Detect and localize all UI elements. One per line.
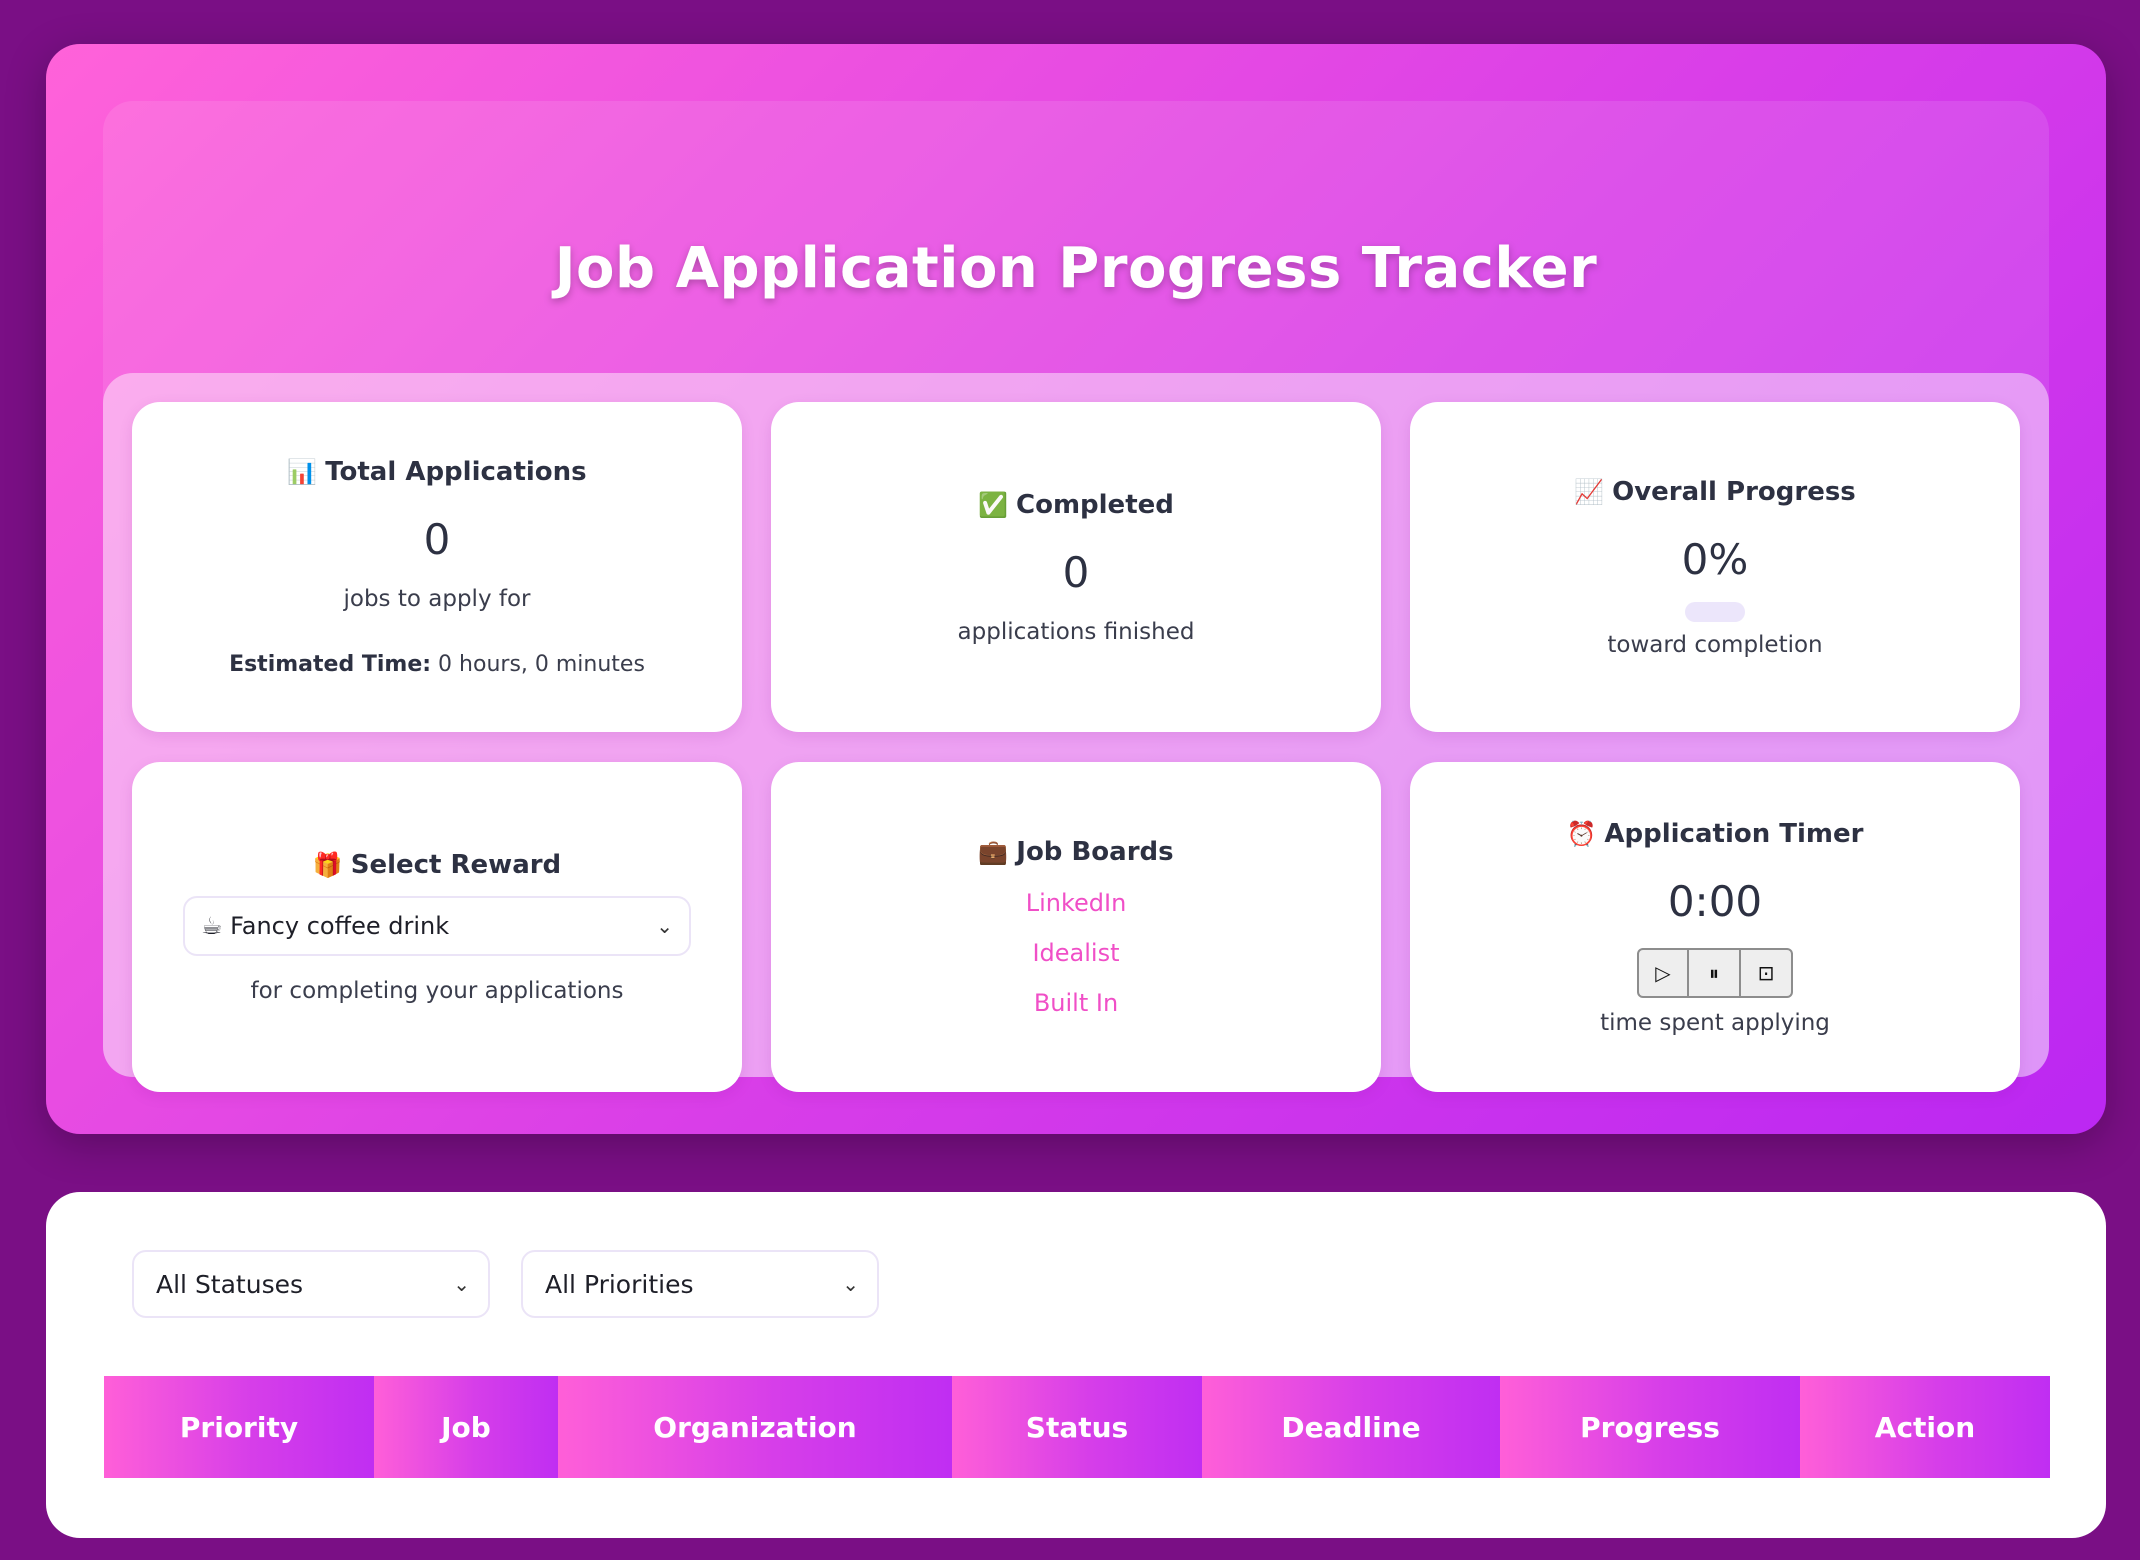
check-icon: ✅ bbox=[978, 490, 1008, 519]
play-icon: ▷ bbox=[1655, 960, 1671, 985]
select-reward-card: 🎁 Select Reward ☕ Fancy coffee drink ⌄ f… bbox=[132, 762, 742, 1092]
priority-filter-select[interactable]: All Priorities ⌄ bbox=[521, 1250, 879, 1318]
overall-progress-card: 📈 Overall Progress 0% toward completion bbox=[1410, 402, 2020, 732]
chevron-down-icon: ⌄ bbox=[453, 1272, 470, 1296]
chevron-down-icon: ⌄ bbox=[842, 1272, 859, 1296]
reward-subtitle: for completing your applications bbox=[250, 978, 624, 1004]
column-header-progress[interactable]: Progress bbox=[1500, 1376, 1800, 1478]
pause-button[interactable]: ⏸ bbox=[1689, 947, 1741, 998]
column-header-job[interactable]: Job bbox=[374, 1376, 558, 1478]
estimated-time: Estimated Time: 0 hours, 0 minutes bbox=[229, 652, 645, 677]
column-header-priority[interactable]: Priority bbox=[104, 1376, 374, 1478]
reward-select[interactable]: ☕ Fancy coffee drink ⌄ bbox=[183, 896, 691, 956]
job-board-links: LinkedIn Idealist Built In bbox=[1026, 889, 1127, 1017]
card-title-label: Overall Progress bbox=[1612, 476, 1856, 507]
application-timer-card: ⏰ Application Timer 0:00 ▷ ⏸ ⊡ time spen… bbox=[1410, 762, 2020, 1092]
column-header-organization[interactable]: Organization bbox=[558, 1376, 952, 1478]
status-filter-value: All Statuses bbox=[156, 1269, 304, 1299]
column-header-status[interactable]: Status bbox=[952, 1376, 1202, 1478]
progress-subtitle: toward completion bbox=[1607, 631, 1823, 658]
column-header-deadline[interactable]: Deadline bbox=[1202, 1376, 1500, 1478]
completed-card: ✅ Completed 0 applications finished bbox=[771, 402, 1381, 732]
column-header-action[interactable]: Action bbox=[1800, 1376, 2050, 1478]
timer-subtitle: time spent applying bbox=[1600, 1009, 1830, 1036]
timer-controls: ▷ ⏸ ⊡ bbox=[1637, 947, 1793, 998]
applications-table-header: Priority Job Organization Status Deadlin… bbox=[104, 1376, 2050, 1478]
status-filter-select[interactable]: All Statuses ⌄ bbox=[132, 1250, 490, 1318]
briefcase-icon: 💼 bbox=[978, 838, 1009, 866]
total-applications-card: 📊 Total Applications 0 jobs to apply for… bbox=[132, 402, 742, 732]
card-title-label: Application Timer bbox=[1604, 818, 1864, 849]
card-title-label: Select Reward bbox=[350, 850, 562, 880]
stop-button[interactable]: ⊡ bbox=[1741, 947, 1793, 998]
card-title-label: Completed bbox=[1016, 489, 1174, 520]
card-title: 💼 Job Boards bbox=[978, 837, 1173, 867]
card-title: ⏰ Application Timer bbox=[1567, 819, 1864, 849]
priority-filter-value: All Priorities bbox=[545, 1269, 694, 1299]
card-title: ✅ Completed bbox=[978, 490, 1174, 520]
pause-icon: ⏸ bbox=[1709, 960, 1719, 985]
total-count: 0 bbox=[423, 515, 451, 564]
card-title-label: Job Boards bbox=[1016, 837, 1174, 867]
progress-bar bbox=[1685, 601, 1745, 622]
chevron-down-icon: ⌄ bbox=[656, 914, 673, 938]
hero-inner: Job Application Progress Tracker 📊 Total… bbox=[103, 101, 2049, 1092]
link-idealist[interactable]: Idealist bbox=[1032, 939, 1119, 967]
card-title: 🎁 Select Reward bbox=[313, 850, 561, 880]
stats-grid: 📊 Total Applications 0 jobs to apply for… bbox=[103, 373, 2049, 1092]
card-title: 📈 Overall Progress bbox=[1574, 477, 1856, 507]
progress-percent: 0% bbox=[1681, 534, 1749, 584]
bar-chart-icon: 📊 bbox=[287, 458, 318, 486]
stop-icon: ⊡ bbox=[1757, 960, 1775, 985]
link-linkedin[interactable]: LinkedIn bbox=[1026, 889, 1127, 917]
play-button[interactable]: ▷ bbox=[1637, 947, 1689, 998]
job-boards-card: 💼 Job Boards LinkedIn Idealist Built In bbox=[771, 762, 1381, 1092]
estimated-time-label: Estimated Time: bbox=[229, 652, 432, 677]
reward-selected-value: ☕ Fancy coffee drink bbox=[201, 912, 450, 940]
alarm-clock-icon: ⏰ bbox=[1566, 819, 1597, 848]
trend-up-icon: 📈 bbox=[1574, 477, 1605, 506]
completed-count: 0 bbox=[1062, 547, 1090, 597]
total-subtitle: jobs to apply for bbox=[343, 586, 531, 612]
card-title: 📊 Total Applications bbox=[287, 457, 586, 487]
gift-icon: 🎁 bbox=[312, 851, 343, 879]
card-title-label: Total Applications bbox=[325, 457, 587, 487]
timer-display: 0:00 bbox=[1667, 876, 1763, 926]
applications-panel: All Statuses ⌄ All Priorities ⌄ Priority… bbox=[46, 1192, 2106, 1538]
completed-subtitle: applications finished bbox=[957, 618, 1195, 645]
hero-panel: Job Application Progress Tracker 📊 Total… bbox=[46, 44, 2106, 1134]
page-title: Job Application Progress Tracker bbox=[554, 236, 1598, 301]
estimated-time-value: 0 hours, 0 minutes bbox=[431, 652, 645, 677]
link-built-in[interactable]: Built In bbox=[1034, 989, 1118, 1017]
